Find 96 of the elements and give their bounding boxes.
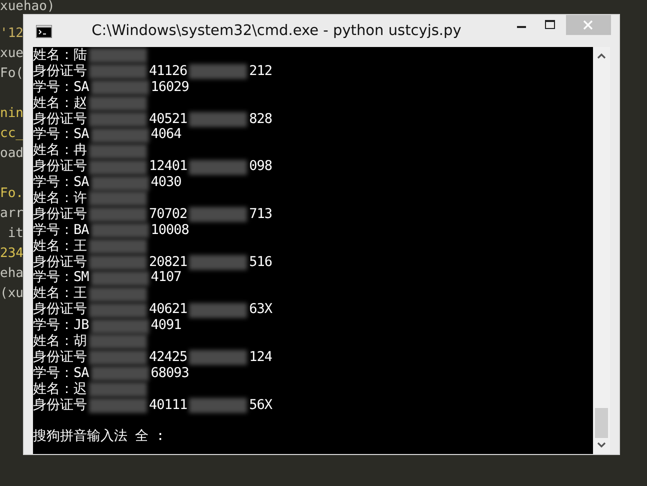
redacted-blur [89, 239, 147, 254]
redacted-blur [89, 112, 147, 127]
console-text: 姓名：许 [33, 191, 87, 207]
console-text: 828 [249, 112, 272, 128]
console-text: 42425 [149, 350, 188, 366]
redacted-blur [89, 207, 147, 222]
console-text: 身份证号 [33, 398, 87, 414]
console-text: 姓名：王 [33, 286, 87, 302]
code-text: nin [0, 106, 24, 121]
console-text: 40521 [149, 112, 188, 128]
code-text: cc_ [0, 126, 24, 141]
console-text: 40111 [149, 398, 188, 414]
scroll-up-icon[interactable] [597, 53, 606, 59]
console-text: 身份证号 [33, 350, 87, 366]
console-text: 56X [249, 398, 272, 414]
console-text: 身份证号 [33, 206, 87, 223]
console-text: 姓名：赵 [33, 96, 87, 112]
console-text: 70702 [149, 206, 188, 223]
redacted-blur [90, 128, 149, 143]
redacted-blur [189, 160, 248, 175]
code-text: '12 [0, 26, 24, 41]
redacted-blur [90, 270, 149, 286]
code-text: Fo( [0, 66, 24, 81]
console-text: 身份证号 [33, 302, 87, 318]
redacted-blur [90, 223, 149, 238]
console-text: 身份证号 [33, 112, 87, 127]
redacted-blur [89, 398, 147, 414]
scrollbar-thumb[interactable] [595, 408, 608, 438]
redacted-blur [89, 255, 147, 270]
console-text: 姓名：王 [33, 238, 87, 255]
redacted-blur [189, 398, 248, 414]
console-text: 学号：SM [33, 270, 89, 286]
console-text: 学号：SA [33, 175, 89, 191]
redacted-blur [89, 334, 147, 350]
console-text: 学号：SA [33, 80, 89, 96]
redacted-blur [90, 80, 149, 96]
window-title: C:\Windows\system32\cmd.exe - python ustcyjs.py [90, 23, 462, 39]
console-text: 516 [249, 254, 272, 270]
redacted-blur [89, 286, 147, 302]
code-text: xue [0, 46, 24, 61]
console-text: 姓名：冉 [33, 143, 87, 159]
console-text: 20821 [149, 254, 188, 270]
console-app-icon [36, 24, 52, 38]
scroll-down-icon[interactable] [597, 442, 606, 448]
code-text: xuehao) [0, 0, 55, 14]
console-text: 姓名：陆 [33, 48, 87, 64]
redacted-blur [89, 64, 147, 80]
redacted-blur [189, 255, 248, 270]
console-text: 41126 [149, 64, 188, 80]
console-text: 学号：JB [33, 318, 89, 334]
console-text: 姓名：胡 [33, 334, 87, 350]
console-text: 4064 [150, 127, 182, 144]
console-text: 身份证号 [33, 64, 87, 80]
redacted-blur [89, 160, 147, 175]
console-text: 63X [249, 302, 272, 318]
console-text: 搜狗拼音输入法 全 : [33, 429, 164, 446]
redacted-blur [90, 318, 149, 334]
console-text: 学号：SA [33, 127, 89, 143]
code-text: it [6, 226, 24, 241]
console-text: 713 [249, 206, 272, 223]
redacted-blur [89, 302, 147, 318]
console-text: 16029 [150, 80, 189, 96]
code-text: oad [0, 146, 24, 161]
redacted-blur [189, 64, 248, 80]
redacted-blur [89, 350, 147, 366]
code-text: Fo. [0, 186, 24, 201]
code-text: 234 [0, 246, 24, 261]
redacted-blur [89, 191, 147, 206]
console-text: 4107 [150, 270, 182, 286]
redacted-blur [189, 112, 248, 127]
redacted-blur [189, 350, 248, 366]
redacted-blur [90, 176, 149, 191]
console-text: 212 [249, 64, 272, 80]
redacted-blur [189, 302, 248, 318]
code-text: eha [0, 266, 24, 281]
console-text: 学号：SA [33, 366, 89, 382]
console-text: 098 [249, 159, 272, 176]
redacted-blur [89, 96, 147, 112]
console-text: 12401 [149, 159, 188, 176]
console-text: 4030 [150, 175, 182, 192]
console-text: 40621 [149, 302, 188, 318]
code-text: (xu [0, 286, 24, 301]
console-text: 身份证号 [33, 254, 87, 270]
console-text: 姓名：迟 [33, 382, 87, 398]
redacted-blur [90, 366, 149, 382]
console-text: 124 [249, 350, 272, 366]
redacted-blur [89, 144, 147, 159]
console-text: 4091 [150, 318, 182, 334]
redacted-blur [189, 207, 248, 222]
redacted-blur [89, 48, 147, 64]
console-text: 10008 [150, 222, 189, 239]
console-text: 身份证号 [33, 159, 87, 175]
redacted-blur [89, 382, 147, 398]
console-text: 学号：BA [33, 222, 89, 239]
code-text: arr [0, 206, 24, 221]
console-text: 68093 [150, 366, 189, 382]
